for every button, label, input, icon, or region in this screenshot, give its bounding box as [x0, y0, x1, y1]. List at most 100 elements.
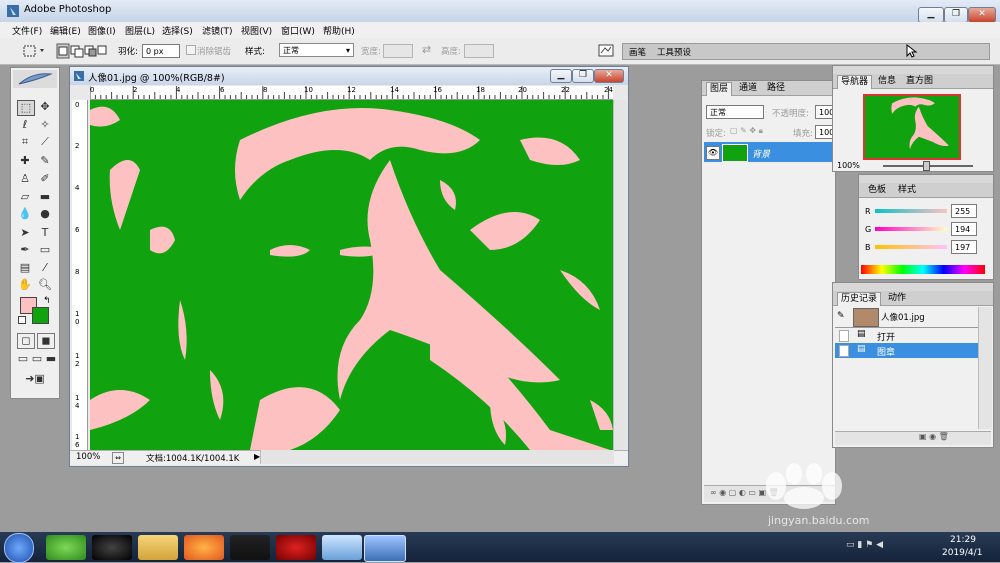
green-value[interactable]: 194 [951, 222, 977, 236]
screen-mode-full-icon[interactable]: ▬ [43, 352, 59, 366]
type-tool-icon[interactable]: T [37, 226, 53, 240]
tab-histogram[interactable]: 直方图 [903, 75, 936, 88]
taskbar-recorder-icon[interactable] [276, 535, 316, 560]
red-slider[interactable] [875, 209, 947, 213]
swap-colors-icon[interactable]: ↰ [43, 296, 51, 306]
feather-input[interactable]: 0 px [142, 44, 180, 58]
dodge-tool-icon[interactable]: ● [37, 207, 53, 221]
history-brush-icon[interactable]: ✎ [837, 311, 845, 321]
file-browser-icon[interactable] [598, 43, 614, 58]
selection-mode-icons[interactable] [56, 43, 108, 59]
eraser-tool-icon[interactable]: ▱ [17, 190, 33, 204]
tab-actions[interactable]: 动作 [885, 292, 909, 305]
move-tool-icon[interactable]: ✥ [37, 100, 53, 114]
clone-stamp-tool-icon[interactable]: ♙ [17, 172, 33, 186]
restore-button[interactable]: ❐ [944, 7, 968, 23]
swap-icon[interactable]: ⇄ [422, 43, 431, 56]
notes-tool-icon[interactable]: ▤ [17, 261, 33, 275]
vertical-scrollbar[interactable] [613, 100, 627, 450]
history-actions-icons[interactable]: ▣ ◉ 🗑︎ [919, 432, 949, 441]
blue-slider[interactable] [875, 245, 947, 249]
healing-brush-tool-icon[interactable]: ✚ [17, 154, 33, 168]
history-snapshot-row[interactable]: ✎ 人像01.jpg [835, 307, 978, 328]
taskbar-qq-icon[interactable] [92, 535, 132, 560]
blur-tool-icon[interactable]: 💧 [17, 207, 33, 221]
antialias-checkbox[interactable] [186, 45, 196, 55]
taskbar-app-icon[interactable] [322, 535, 362, 560]
history-scrollbar[interactable] [978, 307, 992, 429]
history-brush-tool-icon[interactable]: ✐ [37, 172, 53, 186]
panel-grip[interactable] [859, 175, 993, 183]
marquee-preset-icon[interactable] [22, 44, 48, 58]
crop-tool-icon[interactable]: ⌗ [17, 135, 33, 149]
doc-minimize-button[interactable]: ▁ [550, 69, 572, 83]
navigator-preview[interactable] [863, 94, 961, 160]
history-item-open[interactable]: ▤ 打开 [835, 328, 978, 343]
menu-image[interactable]: 图像(I) [88, 24, 116, 37]
gradient-tool-icon[interactable]: ▬ [37, 190, 53, 204]
clock-date[interactable]: 2019/4/1 [942, 548, 982, 558]
pen-tool-icon[interactable]: ✒ [17, 243, 33, 257]
quickmask-mode-icon[interactable]: ◼ [37, 333, 55, 349]
lock-icons[interactable]: ▢ ✎ ✥ 🔒︎ [730, 126, 763, 136]
taskbar-video-icon[interactable] [230, 535, 270, 560]
slice-tool-icon[interactable]: ⟋ [37, 135, 53, 149]
history-source-box[interactable] [839, 345, 849, 357]
marquee-tool-icon[interactable]: ⬚ [17, 100, 35, 116]
tray-icons[interactable]: ▭ ▮ ⚑ ◀︎ [846, 540, 883, 550]
layer-row-background[interactable]: 👁︎ 背景 [704, 142, 835, 162]
background-color-swatch[interactable] [32, 307, 49, 324]
tab-info[interactable]: 信息 [875, 75, 899, 88]
start-button[interactable] [4, 533, 34, 563]
menu-select[interactable]: 选择(S) [162, 24, 193, 37]
taskbar-explorer-icon[interactable] [138, 535, 178, 560]
magic-wand-tool-icon[interactable]: ✧ [37, 118, 53, 132]
path-selection-tool-icon[interactable]: ➤ [17, 226, 33, 240]
taskbar-app-360-icon[interactable] [46, 535, 86, 560]
lasso-tool-icon[interactable]: ℓ [17, 118, 33, 132]
standard-mode-icon[interactable]: ◻ [17, 333, 35, 349]
zoom-tool-icon[interactable]: 🔍︎ [37, 278, 53, 292]
jump-to-imageready-icon[interactable]: ➜▣ [21, 372, 49, 386]
doc-restore-button[interactable]: ❐ [572, 69, 594, 83]
minimize-button[interactable]: ▁ [918, 7, 944, 23]
tab-paths[interactable]: 路径 [764, 82, 788, 95]
taskbar-firefox-icon[interactable] [184, 535, 224, 560]
zoom-slider-thumb[interactable] [923, 161, 930, 171]
image-canvas[interactable] [90, 100, 613, 450]
history-item-stamp[interactable]: ▤ 图章 [835, 343, 978, 358]
status-options-icon[interactable]: ⇔ [112, 452, 124, 464]
tab-styles[interactable]: 样式 [895, 184, 919, 197]
menu-window[interactable]: 窗口(W) [281, 24, 315, 37]
menu-help[interactable]: 帮助(H) [323, 24, 355, 37]
hand-tool-icon[interactable]: ✋ [17, 278, 33, 292]
style-select[interactable]: 正常 ▾ [279, 43, 354, 57]
menu-file[interactable]: 文件(F) [12, 24, 42, 37]
history-source-box[interactable] [839, 330, 849, 342]
menu-filter[interactable]: 滤镜(T) [202, 24, 233, 37]
horizontal-scrollbar[interactable] [260, 450, 614, 464]
well-tab-brushes[interactable]: 画笔 [629, 46, 646, 58]
eyedropper-tool-icon[interactable]: ⁄ [37, 261, 53, 275]
close-button[interactable]: ✕ [968, 7, 996, 23]
tab-layers[interactable]: 图层 [706, 82, 733, 96]
green-slider[interactable] [875, 227, 947, 231]
navigator-zoom[interactable]: 100% [837, 161, 860, 170]
tab-history[interactable]: 历史记录 [837, 292, 882, 306]
brush-tool-icon[interactable]: ✎ [37, 154, 53, 168]
width-input[interactable] [383, 44, 413, 58]
menu-edit[interactable]: 编辑(E) [50, 24, 81, 37]
shape-tool-icon[interactable]: ▭ [37, 243, 53, 257]
doc-close-button[interactable]: ✕ [594, 69, 624, 83]
taskbar-photoshop-icon[interactable] [364, 535, 406, 562]
height-input[interactable] [464, 44, 494, 58]
panel-grip[interactable] [833, 66, 993, 74]
zoom-level[interactable]: 100% [76, 452, 100, 462]
panel-grip[interactable] [833, 283, 993, 291]
default-colors-icon[interactable] [18, 316, 26, 324]
blue-value[interactable]: 197 [951, 240, 977, 254]
menu-layer[interactable]: 图层(L) [125, 24, 155, 37]
well-tab-tool-presets[interactable]: 工具预设 [657, 46, 691, 58]
menu-view[interactable]: 视图(V) [241, 24, 272, 37]
tab-navigator[interactable]: 导航器 [837, 75, 873, 89]
